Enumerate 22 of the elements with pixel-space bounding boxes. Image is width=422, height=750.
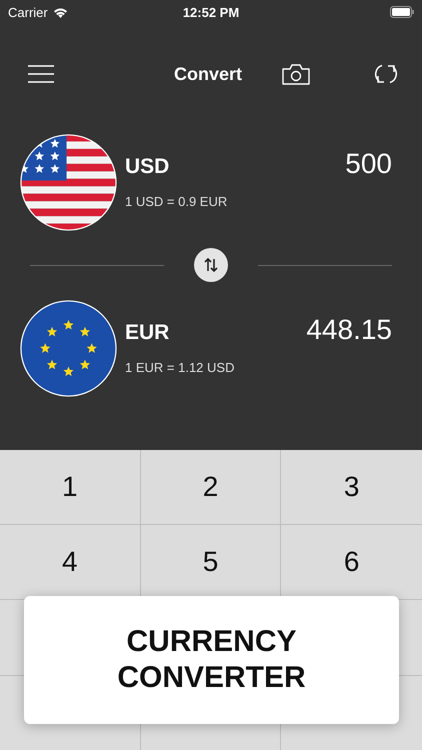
eu-flag-icon <box>20 300 117 396</box>
exchange-rate: 1 USD = 0.9 EUR <box>125 194 228 209</box>
keypad-key[interactable]: 1 <box>0 450 141 525</box>
wifi-icon <box>52 6 68 18</box>
us-flag-icon <box>20 134 117 230</box>
swap-icon <box>203 257 219 273</box>
keypad-key[interactable]: 2 <box>140 450 282 525</box>
battery-icon <box>390 6 414 18</box>
menu-button[interactable] <box>28 65 54 83</box>
clock-label: 12:52 PM <box>182 4 240 20</box>
carrier-label: Carrier <box>8 4 48 20</box>
currency-code: USD <box>125 155 170 179</box>
refresh-button[interactable] <box>374 62 398 86</box>
exchange-rate: 1 EUR = 1.12 USD <box>125 360 236 375</box>
currency-code: EUR <box>125 321 170 345</box>
promo-title: CURRENCY CONVERTER <box>116 624 307 696</box>
swap-button[interactable] <box>194 248 228 282</box>
amount-value[interactable]: 500 <box>345 148 392 180</box>
screen-title: Convert <box>174 64 242 84</box>
amount-value[interactable]: 448.15 <box>306 314 392 346</box>
keypad-key[interactable]: 4 <box>0 525 141 600</box>
camera-button[interactable] <box>282 64 310 84</box>
